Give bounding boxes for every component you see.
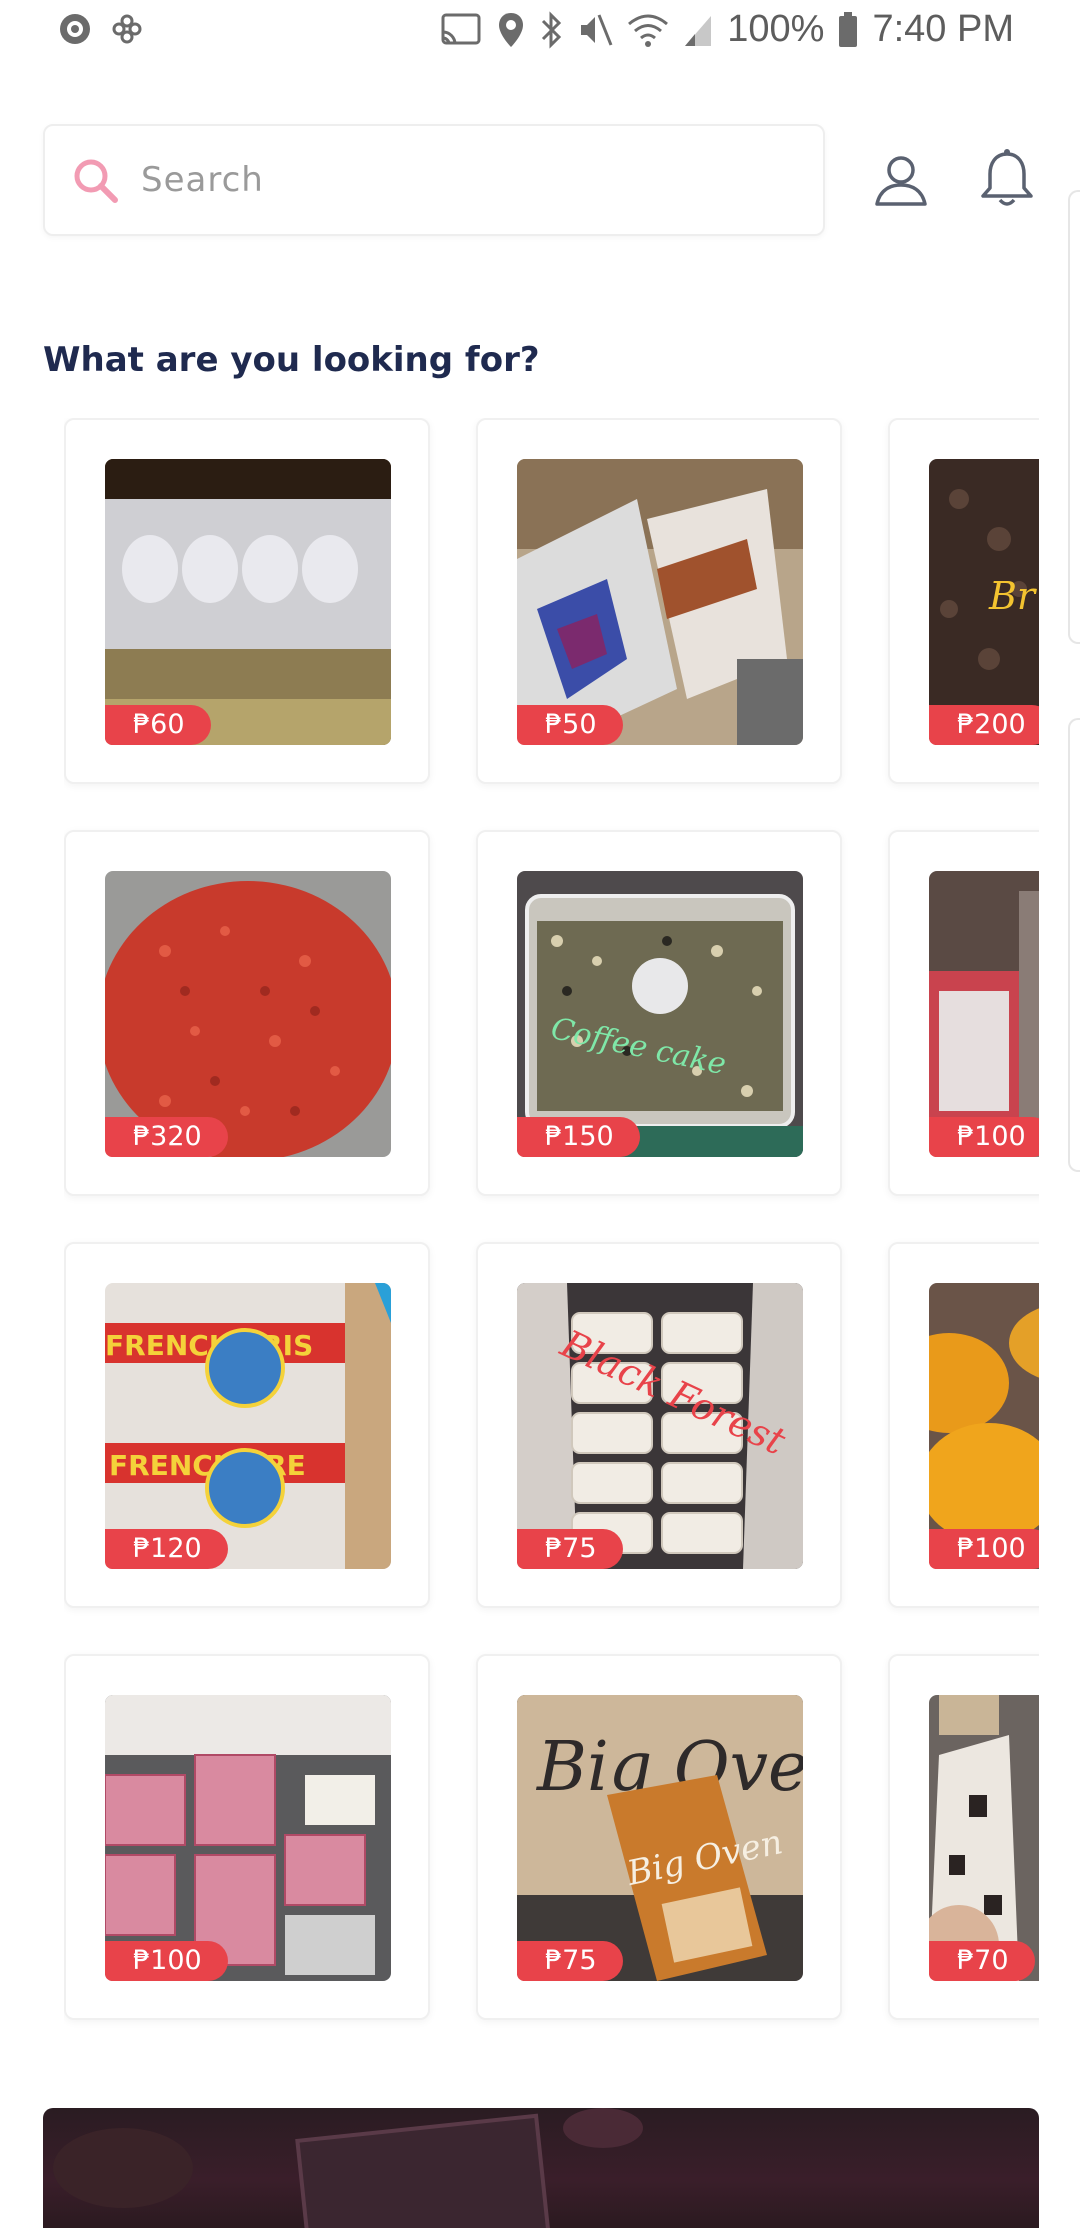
app-notification-icon — [60, 14, 90, 44]
price-badge: ₱75 — [517, 1529, 623, 1569]
battery-percent: 100% — [727, 8, 825, 50]
search-input[interactable] — [139, 159, 763, 201]
promo-banner[interactable] — [43, 2108, 1039, 2228]
product-grid: ₱60 ₱50 Br ₱200 ₱320 Coffee cake ₱150 ₱1… — [64, 418, 1039, 2038]
product-image-milk-drink — [929, 1695, 1039, 1981]
svg-text:Br: Br — [988, 574, 1038, 618]
product-image-dried-shrimp — [105, 871, 391, 1157]
signal-icon — [685, 15, 712, 46]
product-image-packaged-goods — [929, 871, 1039, 1157]
price-badge: ₱320 — [105, 1117, 228, 1157]
product-card[interactable]: FRENCH FRIS FRENCH FRE ₱120 — [64, 1242, 430, 1608]
section-title: What are you looking for? — [43, 340, 540, 380]
product-image-brownies: Br — [929, 459, 1039, 745]
clock: 7:40 PM — [872, 8, 1014, 50]
product-card[interactable]: ₱320 — [64, 830, 430, 1196]
product-card[interactable]: Coffee cake ₱150 — [476, 830, 842, 1196]
price-badge: ₱150 — [517, 1117, 640, 1157]
product-card[interactable]: ₱100 — [888, 830, 1039, 1196]
product-image-big-oven: Big Oven Big Oven — [517, 1695, 803, 1981]
side-drawer-handle[interactable] — [1068, 718, 1080, 1172]
product-card[interactable]: Br ₱200 — [888, 418, 1039, 784]
battery-icon — [839, 11, 858, 47]
product-card[interactable]: Big Oven Big Oven ₱75 — [476, 1654, 842, 2020]
location-icon — [499, 12, 524, 47]
wifi-icon — [628, 14, 669, 47]
profile-icon[interactable] — [872, 150, 930, 208]
price-badge: ₱100 — [105, 1941, 228, 1981]
product-image-french-fries: FRENCH FRIS FRENCH FRE — [105, 1283, 391, 1569]
settings-flower-icon — [112, 14, 142, 44]
product-card[interactable]: ₱60 — [64, 418, 430, 784]
search-icon — [74, 159, 118, 203]
price-badge: ₱200 — [929, 705, 1039, 745]
product-image-eggs — [105, 459, 391, 745]
product-image-coffee-cake: Coffee cake — [517, 871, 803, 1157]
cast-icon — [441, 13, 481, 44]
product-image-stacked-boxes — [105, 1695, 391, 1981]
mute-icon — [581, 13, 613, 46]
product-image-black-forest: Black Forest — [517, 1283, 803, 1569]
bluetooth-icon — [542, 10, 562, 49]
price-badge: ₱100 — [929, 1117, 1039, 1157]
product-card[interactable]: ₱50 — [476, 418, 842, 784]
price-badge: ₱75 — [517, 1941, 623, 1981]
price-badge: ₱100 — [929, 1529, 1039, 1569]
price-badge: ₱120 — [105, 1529, 228, 1569]
side-drawer-handle[interactable] — [1068, 190, 1080, 644]
product-image-orange-cakes — [929, 1283, 1039, 1569]
product-card[interactable]: Black Forest ₱75 — [476, 1242, 842, 1608]
product-card[interactable]: ₱100 — [64, 1654, 430, 2020]
product-card[interactable]: ₱100 — [888, 1242, 1039, 1608]
search-bar[interactable] — [43, 124, 825, 236]
bell-icon[interactable] — [978, 148, 1036, 210]
product-card[interactable]: ₱70 — [888, 1654, 1039, 2020]
status-bar: 100% 7:40 PM — [0, 0, 1080, 64]
price-badge: ₱60 — [105, 705, 211, 745]
product-image-snack-packs — [517, 459, 803, 745]
price-badge: ₱70 — [929, 1941, 1035, 1981]
price-badge: ₱50 — [517, 705, 623, 745]
